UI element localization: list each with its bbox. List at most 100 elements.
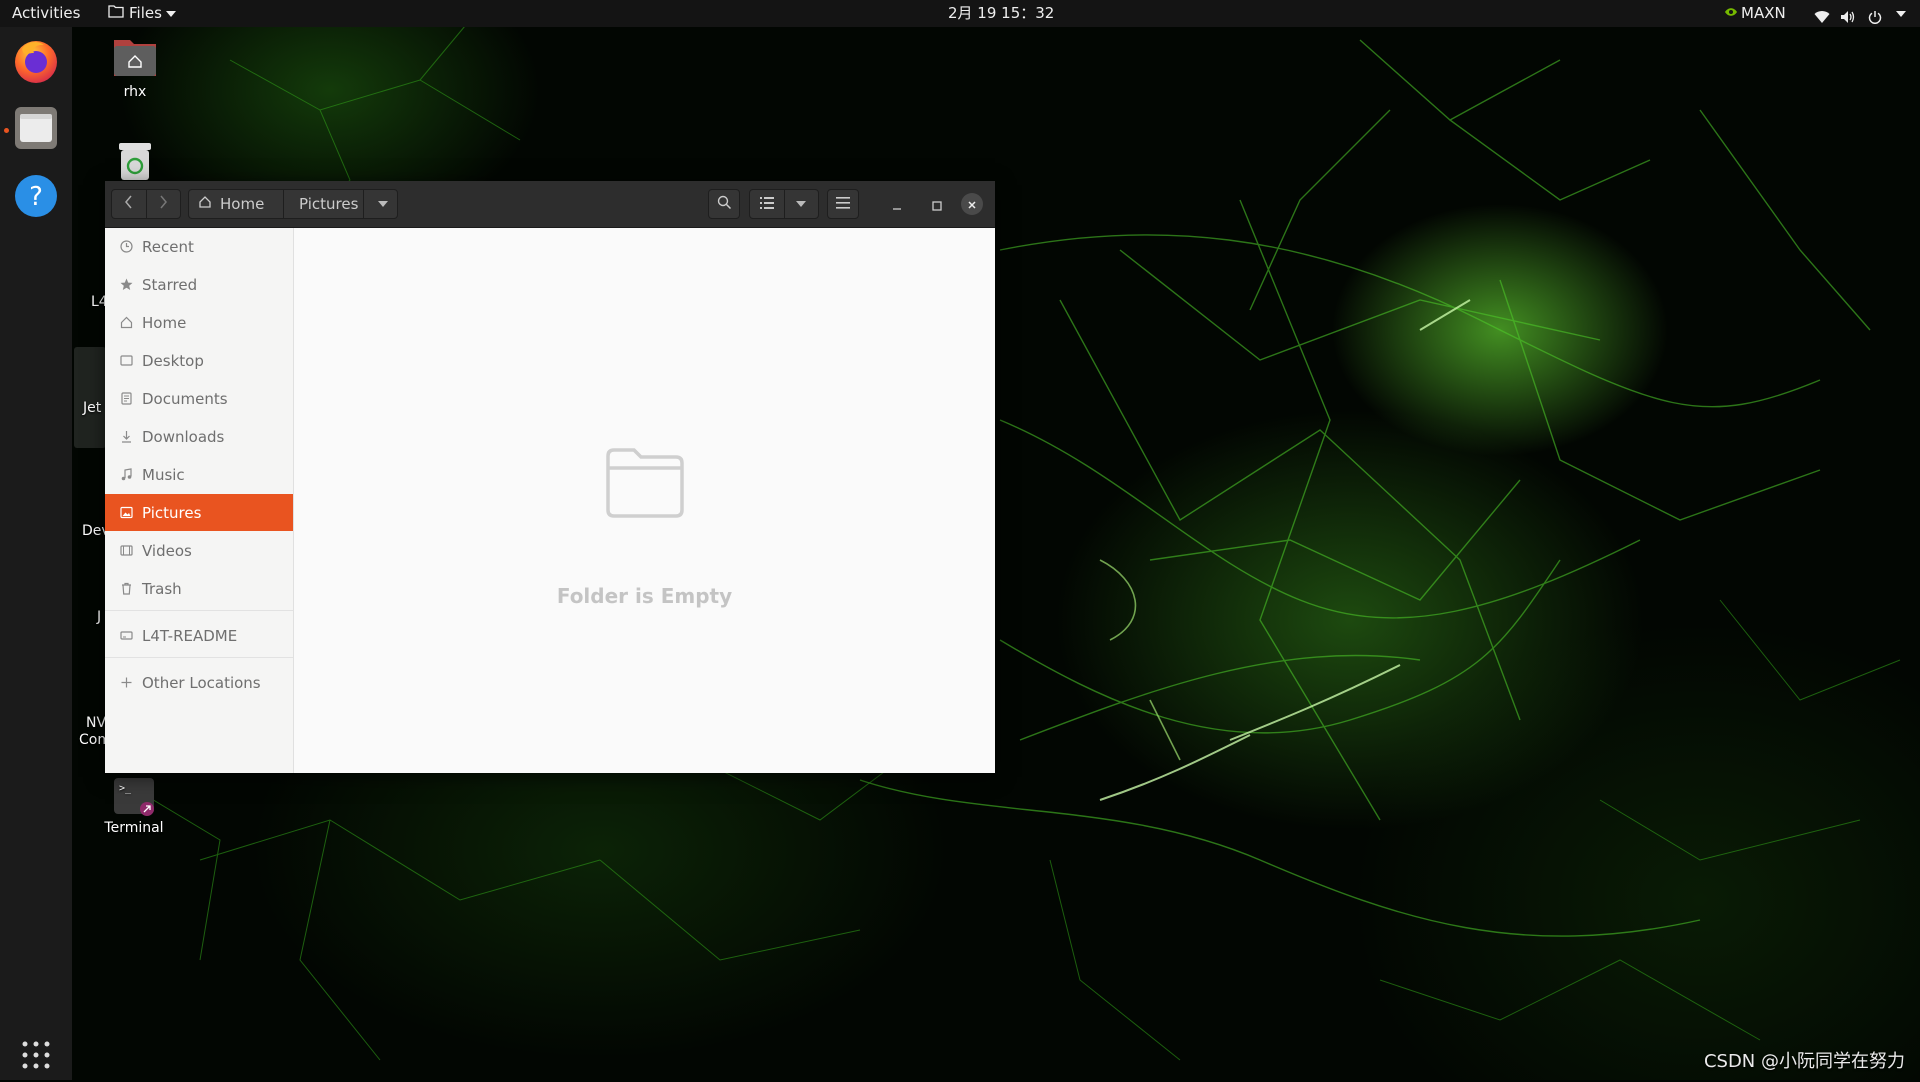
hamburger-menu-icon [836, 195, 850, 213]
trash-icon [119, 582, 133, 596]
clock-label: 2月 19 15：32 [948, 4, 1055, 22]
sidebar-item-label: Downloads [142, 427, 225, 446]
watermark-text: CSDN @小阮同学在努力 [1703, 1051, 1905, 1072]
svg-text:>_: >_ [119, 783, 132, 794]
breadcrumb: Home Pictures [188, 189, 398, 219]
dock-item-files[interactable] [11, 105, 61, 155]
chevron-down-icon [165, 10, 176, 17]
nav-button-group [111, 189, 181, 219]
folder-icon [108, 0, 124, 27]
sidebar-item-music[interactable]: Music [105, 456, 293, 493]
maximize-icon [932, 196, 942, 215]
sidebar-item-other-locations[interactable]: Other Locations [105, 664, 293, 701]
files-icon [13, 105, 59, 155]
search-button[interactable] [708, 189, 740, 219]
sidebar-item-recent[interactable]: Recent [105, 228, 293, 265]
chevron-down-icon [377, 201, 388, 207]
home-icon [198, 195, 212, 213]
empty-folder-icon [604, 446, 686, 524]
header-bar: Home Pictures [105, 181, 995, 228]
close-button[interactable] [961, 193, 983, 215]
app-menu-button[interactable]: Files [108, 0, 176, 27]
close-icon [967, 195, 977, 214]
sidebar-item-label: Pictures [142, 503, 202, 522]
places-sidebar: Recent Starred Home Desktop Documents Do… [105, 228, 294, 773]
sidebar-item-pictures[interactable]: Pictures [105, 494, 293, 531]
activities-label: Activities [12, 4, 81, 22]
empty-folder-message: Folder is Empty [556, 584, 733, 608]
breadcrumb-pictures-label: Pictures [299, 195, 359, 213]
minimize-icon [892, 196, 902, 215]
sidebar-item-videos[interactable]: Videos [105, 532, 293, 569]
list-view-icon [759, 195, 774, 213]
sidebar-item-downloads[interactable]: Downloads [105, 418, 293, 455]
breadcrumb-pictures[interactable]: Pictures [284, 190, 364, 218]
forward-button[interactable] [147, 190, 181, 218]
file-view[interactable]: Folder is Empty [294, 228, 995, 773]
activities-button[interactable]: Activities [12, 0, 80, 27]
dock: ? [0, 27, 72, 1080]
sidebar-item-label: Trash [142, 579, 182, 598]
maximize-button[interactable] [926, 194, 948, 216]
top-bar: Activities Files 2月 19 15：32 MAXN [0, 0, 1920, 27]
breadcrumb-home[interactable]: Home [189, 190, 284, 218]
power-mode-label: MAXN [1741, 4, 1786, 22]
chevron-left-icon [124, 195, 134, 213]
help-icon: ? [13, 173, 59, 223]
nvidia-icon [1724, 0, 1738, 27]
running-indicator [4, 128, 9, 133]
sidebar-item-label: L4T-README [142, 626, 238, 645]
chevron-right-icon [158, 195, 168, 213]
desktop-icon-selected-bg [74, 347, 106, 448]
clock-button[interactable]: 2月 19 15：32 [948, 0, 1054, 27]
sidebar-item-desktop[interactable]: Desktop [105, 342, 293, 379]
sidebar-item-starred[interactable]: Starred [105, 266, 293, 303]
dock-item-help[interactable]: ? [11, 173, 61, 223]
clock-icon [119, 240, 133, 254]
sidebar-item-label: Other Locations [142, 673, 261, 692]
volume-icon [1840, 6, 1856, 33]
app-grid-icon [21, 1040, 51, 1074]
desktop-icon-trash[interactable] [110, 140, 160, 186]
system-menu-button[interactable] [1812, 0, 1912, 27]
sidebar-item-label: Starred [142, 275, 198, 294]
picture-icon [119, 506, 133, 520]
nvpmodel-indicator[interactable]: MAXN [1724, 0, 1786, 27]
chevron-down-icon [1896, 11, 1906, 17]
view-options-button[interactable] [785, 190, 819, 218]
files-window: Home Pictures Recent Starred Home Deskto… [105, 181, 995, 773]
video-icon [119, 544, 133, 558]
sidebar-separator [105, 610, 293, 611]
partial-desktop-label: Jet [83, 400, 102, 416]
partial-desktop-label: NV [86, 715, 107, 731]
dock-item-firefox[interactable] [11, 38, 61, 88]
sidebar-item-l4t-readme[interactable]: L4T-README [105, 617, 293, 654]
main-menu-button[interactable] [827, 189, 859, 219]
partial-desktop-label: J [97, 609, 102, 625]
firefox-icon [12, 37, 60, 89]
minimize-button[interactable] [886, 194, 908, 216]
sidebar-separator [105, 657, 293, 658]
wifi-icon [1814, 6, 1830, 33]
download-icon [119, 430, 133, 444]
star-icon [119, 278, 133, 292]
view-button-group [749, 189, 819, 219]
sidebar-item-home[interactable]: Home [105, 304, 293, 341]
sidebar-item-label: Desktop [142, 351, 204, 370]
sidebar-item-label: Music [142, 465, 185, 484]
search-icon [717, 195, 732, 214]
sidebar-item-label: Recent [142, 237, 194, 256]
sidebar-item-trash[interactable]: Trash [105, 570, 293, 607]
back-button[interactable] [112, 190, 147, 218]
breadcrumb-menu-button[interactable] [364, 190, 397, 218]
desktop-icon-home[interactable]: rhx [100, 34, 170, 100]
show-applications-button[interactable] [11, 1032, 61, 1082]
plus-icon [119, 676, 133, 690]
terminal-icon: >_ [111, 775, 157, 819]
breadcrumb-home-label: Home [220, 195, 265, 213]
drive-icon [119, 629, 133, 643]
list-view-button[interactable] [750, 190, 785, 218]
chevron-down-icon [796, 201, 807, 207]
sidebar-item-documents[interactable]: Documents [105, 380, 293, 417]
desktop-icon-terminal[interactable]: >_ Terminal [98, 775, 170, 836]
